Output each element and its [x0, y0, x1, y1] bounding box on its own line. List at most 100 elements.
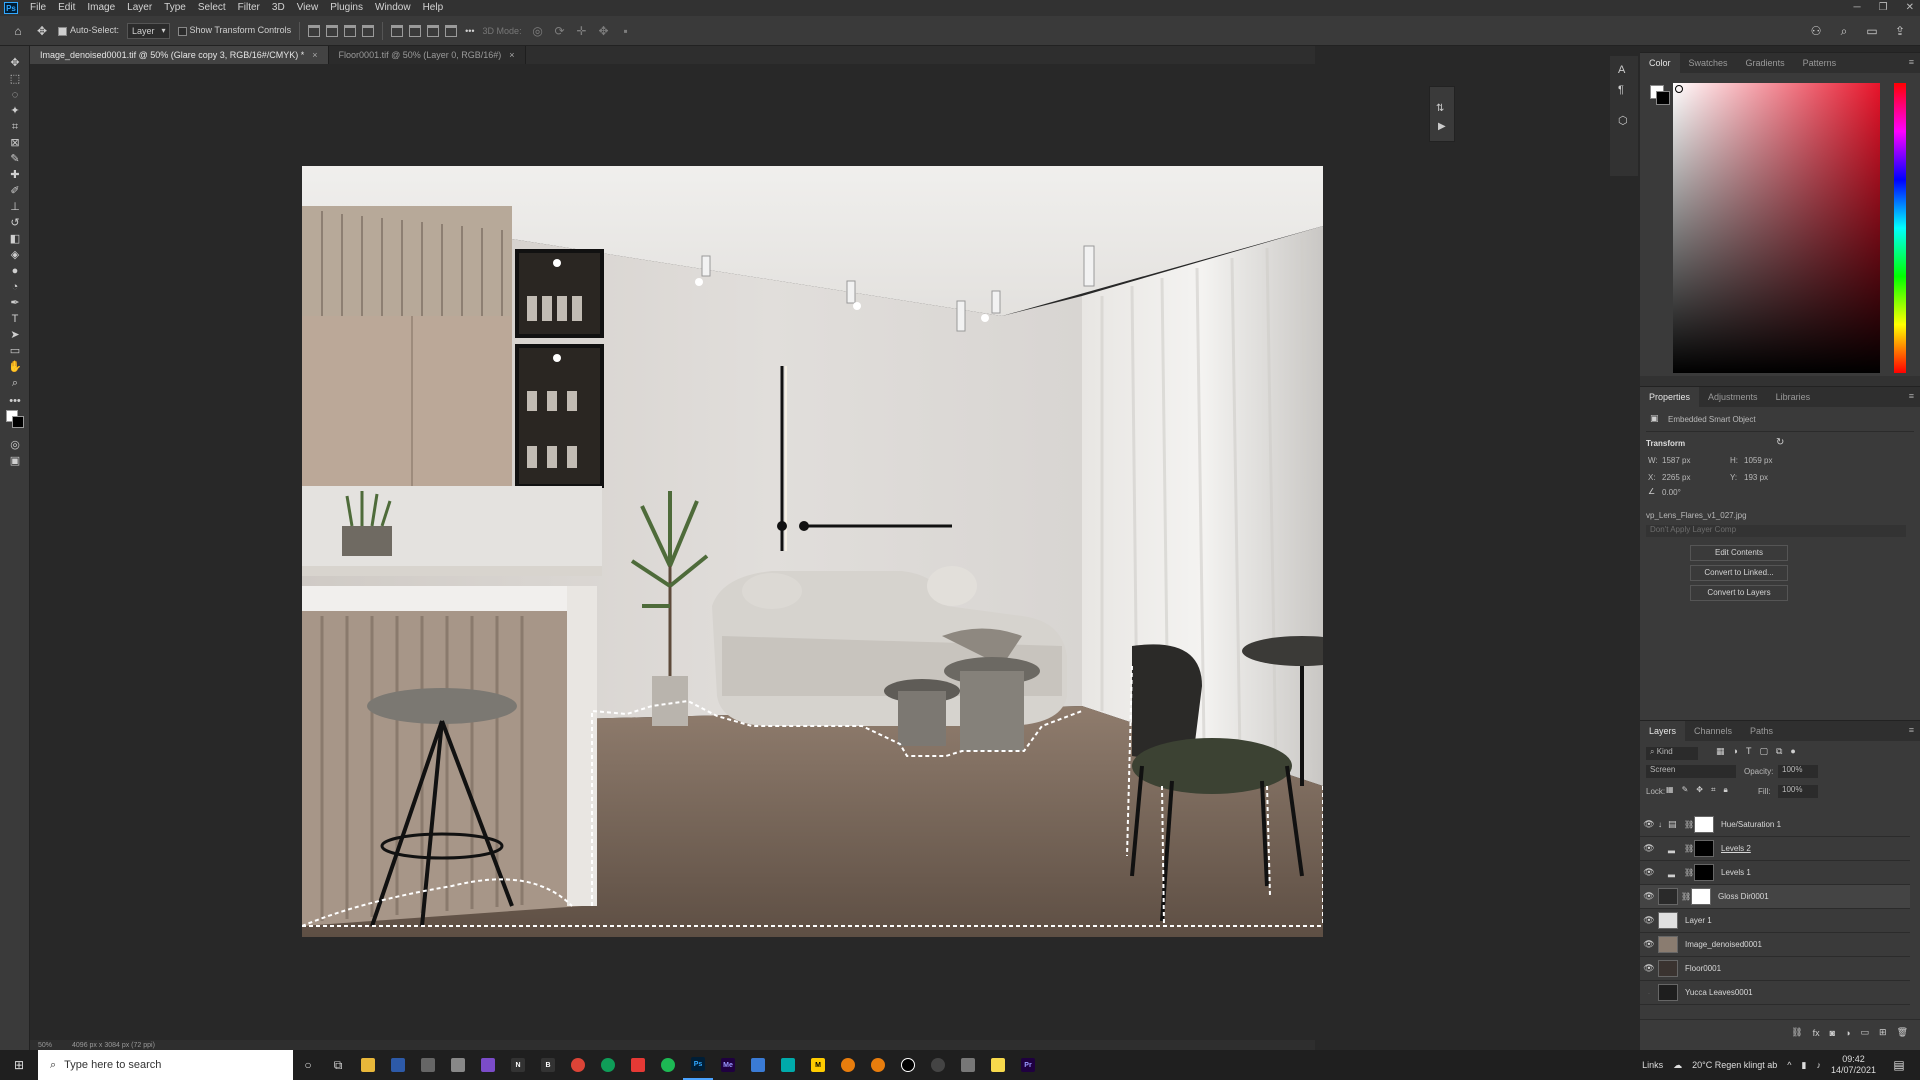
add-mask-icon[interactable]: ◙ — [1830, 1028, 1835, 1038]
screen-mode-icon[interactable]: ▣ — [7, 454, 23, 468]
type-tool-icon[interactable]: T — [7, 312, 23, 326]
marquee-tool-icon[interactable]: ⬚ — [7, 72, 23, 86]
layer-row[interactable]: 👁︎ ▂ ⛓ Levels 2 — [1640, 837, 1910, 861]
windows-start-icon[interactable]: ⊞ — [4, 1050, 34, 1080]
panel-menu-icon[interactable]: ≡ — [1909, 391, 1914, 401]
edit-contents-button[interactable]: Edit Contents — [1690, 545, 1788, 561]
layer-row[interactable]: 👁︎ ▂ ⛓ Levels 1 — [1640, 861, 1910, 885]
visibility-eye-icon[interactable]: 👁︎ — [1640, 891, 1658, 902]
tab-gradients[interactable]: Gradients — [1737, 53, 1794, 73]
weather-icon[interactable]: ☁ — [1673, 1060, 1682, 1071]
filter-shape-icon[interactable]: ▢ — [1759, 746, 1768, 757]
lock-position-icon[interactable]: ✥ — [1696, 785, 1703, 795]
search-icon[interactable]: ⌕ — [1836, 23, 1852, 39]
menu-file[interactable]: File — [24, 0, 52, 16]
photoshop-taskbar-icon[interactable]: Ps — [683, 1050, 713, 1080]
path-select-icon[interactable]: ➤ — [7, 328, 23, 342]
rectangle-tool-icon[interactable]: ▭ — [7, 344, 23, 358]
align-top-icon[interactable] — [391, 24, 404, 37]
distribute-icon[interactable] — [362, 24, 375, 37]
blender-icon[interactable] — [833, 1050, 863, 1080]
tab-layers[interactable]: Layers — [1640, 721, 1686, 741]
color-picker-field[interactable] — [1673, 83, 1880, 373]
link-layers-icon[interactable]: ⛓ — [1791, 1027, 1802, 1038]
filter-adjustment-icon[interactable]: ◑ — [1733, 746, 1738, 757]
filter-toggle-icon[interactable]: ● — [1790, 746, 1795, 757]
blend-mode-dropdown[interactable]: Screen — [1646, 765, 1736, 778]
layer-row[interactable]: · Yucca Leaves0001 — [1640, 981, 1910, 1005]
scale-3d-icon[interactable]: ▪ — [618, 23, 634, 39]
spotify-icon[interactable] — [653, 1050, 683, 1080]
eyedropper-icon[interactable]: ✎ — [7, 152, 23, 166]
tab-floor[interactable]: Floor0001.tif @ 50% (Layer 0, RGB/16#) × — [328, 46, 526, 64]
move-tool-icon[interactable]: ✥ — [7, 56, 23, 70]
layer-row[interactable]: 👁︎ Layer 1 — [1640, 909, 1910, 933]
visibility-eye-icon[interactable]: · — [1640, 988, 1658, 998]
volume-icon[interactable]: ♪ — [1816, 1060, 1821, 1070]
tab-color[interactable]: Color — [1640, 53, 1680, 73]
align-middle-icon[interactable] — [409, 24, 422, 37]
lock-artboard-icon[interactable]: ⌗ — [1711, 785, 1716, 795]
tray-chevron-icon[interactable]: ^ — [1787, 1060, 1791, 1070]
frame-tool-icon[interactable]: ⊠ — [7, 136, 23, 150]
move-tool-icon[interactable]: ✥ — [34, 23, 50, 39]
zoom-tool-icon[interactable]: ⌕ — [7, 376, 23, 390]
pen-tool-icon[interactable]: ✒ — [7, 296, 23, 310]
app-icon[interactable] — [923, 1050, 953, 1080]
app-icon[interactable] — [893, 1050, 923, 1080]
paragraph-icon[interactable]: ¶ — [1618, 84, 1624, 96]
new-layer-icon[interactable]: ⊞ — [1879, 1027, 1887, 1038]
export-icon[interactable]: ⇪ — [1892, 23, 1908, 39]
menu-edit[interactable]: Edit — [52, 0, 81, 16]
app-icon[interactable]: M — [803, 1050, 833, 1080]
play-icon[interactable]: ▶ — [1438, 121, 1446, 132]
zoom-level[interactable]: 50% — [38, 1042, 52, 1049]
show-transform-checkbox[interactable]: Show Transform Controls — [177, 25, 291, 36]
convert-to-linked-button[interactable]: Convert to Linked... — [1690, 565, 1788, 581]
background-color-swatch[interactable] — [12, 416, 24, 428]
layer-filter-dropdown[interactable]: ⌕ Kind — [1646, 747, 1698, 760]
filter-smart-icon[interactable]: ⧉ — [1776, 746, 1782, 757]
layer-row[interactable]: 👁︎ Floor0001 — [1640, 957, 1910, 981]
orbit-icon[interactable]: ◎ — [530, 23, 546, 39]
close-icon[interactable]: ✕ — [1906, 0, 1914, 16]
close-tab-icon[interactable]: × — [312, 50, 317, 60]
quick-mask-icon[interactable]: ◎ — [7, 438, 23, 452]
panel-menu-icon[interactable]: ≡ — [1909, 57, 1914, 67]
pan-icon[interactable]: ✛ — [574, 23, 590, 39]
close-tab-icon[interactable]: × — [509, 50, 514, 60]
weather-text[interactable]: 20°C Regen klingt ab — [1692, 1060, 1777, 1070]
tab-patterns[interactable]: Patterns — [1794, 53, 1846, 73]
menu-layer[interactable]: Layer — [121, 0, 158, 16]
auto-select-checkbox[interactable]: Auto-Select: — [58, 25, 119, 36]
roll-icon[interactable]: ⟳ — [552, 23, 568, 39]
angle-field[interactable]: 0.00° — [1662, 488, 1681, 497]
app-icon[interactable] — [773, 1050, 803, 1080]
task-view-icon[interactable]: ⧉ — [323, 1050, 353, 1080]
minimize-icon[interactable]: ─ — [1854, 0, 1861, 16]
links-toolbar[interactable]: Links — [1642, 1060, 1663, 1070]
cortana-icon[interactable]: ○ — [293, 1050, 323, 1080]
chrome-icon[interactable] — [593, 1050, 623, 1080]
home-icon[interactable]: ⌂ — [10, 23, 26, 39]
network-icon[interactable]: ▮ — [1802, 1060, 1807, 1071]
opacity-field[interactable]: 100% — [1778, 765, 1818, 778]
align-center-icon[interactable] — [326, 24, 339, 37]
background-color-swatch[interactable] — [1656, 91, 1670, 105]
width-field[interactable]: 1587 px — [1662, 456, 1716, 465]
new-group-icon[interactable]: ▭ — [1861, 1027, 1870, 1038]
premiere-icon[interactable]: Pr — [1013, 1050, 1043, 1080]
fx-icon[interactable]: fx — [1813, 1028, 1820, 1038]
slide-icon[interactable]: ✥ — [596, 23, 612, 39]
tab-libraries[interactable]: Libraries — [1767, 387, 1820, 407]
lock-transparency-icon[interactable]: ▦ — [1666, 785, 1674, 795]
3d-cube-icon[interactable]: ⬡ — [1618, 114, 1628, 127]
height-field[interactable]: 1059 px — [1744, 456, 1798, 465]
character-icon[interactable]: A — [1618, 64, 1625, 76]
app-icon[interactable] — [473, 1050, 503, 1080]
app-icon[interactable]: B — [533, 1050, 563, 1080]
auto-select-dropdown[interactable]: Layer — [127, 22, 170, 39]
stamp-tool-icon[interactable]: ⊥ — [7, 200, 23, 214]
convert-to-layers-button[interactable]: Convert to Layers — [1690, 585, 1788, 601]
app-icon[interactable] — [383, 1050, 413, 1080]
